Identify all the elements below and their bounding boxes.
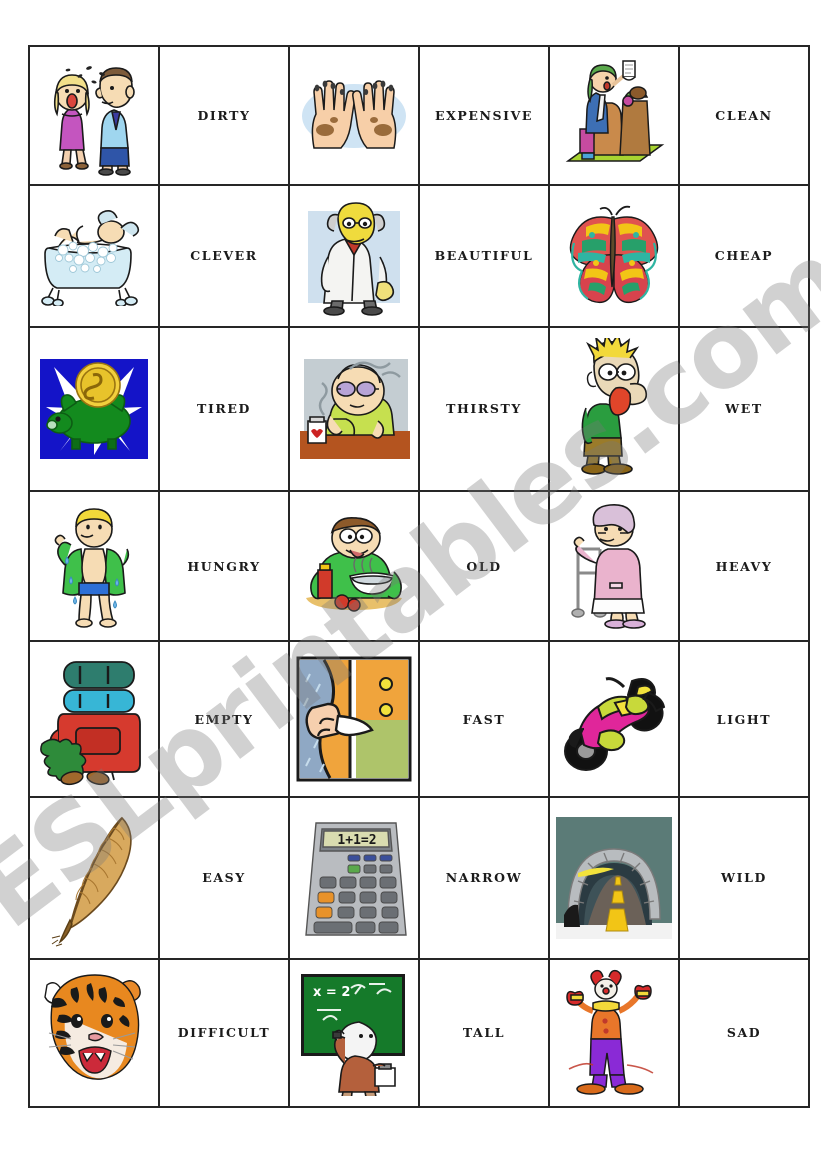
word-label: BEAUTIFUL — [434, 248, 534, 264]
word-cell[interactable]: TIRED — [158, 325, 290, 492]
word-label: DIRTY — [197, 108, 251, 124]
word-label: FAST — [462, 711, 506, 727]
table-row: EASY 1+1=2 NARROW WILD — [28, 795, 810, 960]
butterfly-icon — [550, 186, 678, 325]
word-cell[interactable]: NARROW — [418, 795, 550, 960]
word-label: WET — [725, 401, 763, 417]
word-label: THIRSTY — [446, 401, 522, 417]
worksheet-grid: DIRTY EXPENSIVE CLEAN CLEVER BEAUTIFUL C… — [28, 44, 810, 1109]
dirty-hands-icon — [290, 47, 418, 184]
calculator-icon: 1+1=2 — [290, 798, 418, 958]
word-cell[interactable]: HUNGRY — [158, 489, 290, 643]
table-row: TIRED THIRSTY WET — [28, 325, 810, 492]
word-label: HEAVY — [715, 558, 773, 574]
picture-cell-old-lady — [548, 489, 680, 643]
picture-cell-shopper-receipt — [548, 44, 680, 187]
cold-child-icon — [30, 492, 158, 641]
word-cell[interactable]: EMPTY — [158, 640, 290, 798]
word-label: EXPENSIVE — [434, 108, 534, 124]
sick-person-table-icon — [290, 328, 418, 490]
matching-table: DIRTY EXPENSIVE CLEAN CLEVER BEAUTIFUL C… — [28, 44, 810, 1109]
tiger-icon — [30, 960, 158, 1106]
picture-cell-thirsty-man — [548, 325, 680, 492]
picture-cell-bathtub-bubbles — [28, 184, 160, 328]
word-label: CHEAP — [714, 248, 774, 264]
picture-cell-cold-child — [28, 489, 160, 643]
word-label: TIRED — [197, 401, 251, 417]
picture-cell-feather — [28, 795, 160, 960]
picture-cell-empty-pocket — [288, 640, 420, 798]
picture-cell-tunnel — [548, 795, 680, 960]
word-label: NARROW — [445, 870, 523, 886]
word-cell[interactable]: DIRTY — [158, 44, 290, 187]
word-label: DIFFICULT — [177, 1025, 271, 1041]
word-cell[interactable]: HEAVY — [678, 489, 810, 643]
old-lady-walker-icon — [550, 492, 678, 641]
picture-cell-backpack — [28, 640, 160, 798]
word-cell[interactable]: CLEAN — [678, 44, 810, 187]
blackboard-maths-icon: x = 2 — [290, 960, 418, 1106]
word-label: SAD — [726, 1025, 762, 1041]
word-label: EASY — [202, 870, 246, 886]
table-row: CLEVER BEAUTIFUL CHEAP — [28, 184, 810, 328]
word-cell[interactable]: BEAUTIFUL — [418, 184, 550, 328]
table-row: DIRTY EXPENSIVE CLEAN — [28, 44, 810, 187]
word-cell[interactable]: EASY — [158, 795, 290, 960]
picture-cell-scientist — [288, 184, 420, 328]
picture-cell-man-eating — [288, 489, 420, 643]
word-cell[interactable]: OLD — [418, 489, 550, 643]
word-label: CLEAN — [715, 108, 773, 124]
bathtub-bubbles-icon — [30, 186, 158, 325]
tunnel-icon — [550, 798, 678, 958]
shopper-receipt-icon — [550, 47, 678, 184]
picture-cell-calculator: 1+1=2 — [288, 795, 420, 960]
word-cell[interactable]: THIRSTY — [418, 325, 550, 492]
smelly-couple-icon — [30, 47, 158, 184]
word-label: WILD — [721, 870, 767, 886]
picture-cell-blackboard-maths: x = 2 — [288, 957, 420, 1109]
picture-cell-motorbike — [548, 640, 680, 798]
picture-cell-clown — [548, 957, 680, 1109]
clown-icon — [550, 960, 678, 1106]
piggy-bank-coin-icon — [30, 328, 158, 490]
word-label: TALL — [462, 1025, 506, 1041]
picture-cell-dirty-hands — [288, 44, 420, 187]
word-cell[interactable]: CLEVER — [158, 184, 290, 328]
motorbike-icon — [550, 642, 678, 795]
word-label: HUNGRY — [187, 558, 261, 574]
word-cell[interactable]: WET — [678, 325, 810, 492]
table-row: DIFFICULT x = 2 TALL SAD — [28, 957, 810, 1109]
word-label: LIGHT — [716, 711, 772, 727]
thirsty-man-tongue-icon — [550, 328, 678, 490]
scientist-icon — [290, 186, 418, 325]
man-eating-icon — [290, 492, 418, 641]
word-cell[interactable]: DIFFICULT — [158, 957, 290, 1109]
word-cell[interactable]: SAD — [678, 957, 810, 1109]
word-label: EMPTY — [194, 711, 254, 727]
picture-cell-smelly-couple — [28, 44, 160, 187]
picture-cell-butterfly — [548, 184, 680, 328]
picture-cell-piggy-bank — [28, 325, 160, 492]
table-row: EMPTY FAST LIGHT — [28, 640, 810, 798]
empty-pocket-icon — [290, 642, 418, 795]
blackboard-equation: x = 2 — [313, 985, 350, 1000]
word-cell[interactable]: WILD — [678, 795, 810, 960]
word-cell[interactable]: FAST — [418, 640, 550, 798]
word-label: OLD — [466, 558, 502, 574]
word-cell[interactable]: EXPENSIVE — [418, 44, 550, 187]
picture-cell-sick-person — [288, 325, 420, 492]
calculator-display: 1+1=2 — [337, 833, 376, 848]
feather-icon — [30, 798, 158, 958]
word-label: CLEVER — [190, 248, 258, 264]
word-cell[interactable]: TALL — [418, 957, 550, 1109]
word-cell[interactable]: CHEAP — [678, 184, 810, 328]
word-cell[interactable]: LIGHT — [678, 640, 810, 798]
table-row: HUNGRY OLD HEAVY — [28, 489, 810, 643]
backpack-icon — [30, 642, 158, 795]
picture-cell-tiger — [28, 957, 160, 1109]
